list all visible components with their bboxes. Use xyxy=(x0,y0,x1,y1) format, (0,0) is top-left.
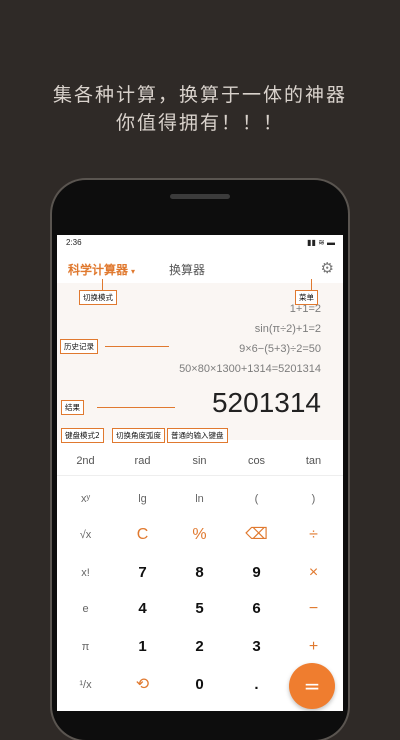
history-line[interactable]: 9×6−(5+3)÷2=50 xyxy=(239,343,321,355)
key-7[interactable]: 7 xyxy=(114,555,171,591)
speaker-slot xyxy=(170,194,230,199)
key-clear[interactable]: C xyxy=(114,517,171,553)
annotation-menu: 菜单 xyxy=(295,290,318,305)
tab-scientific[interactable]: 科学计算器 ▾ xyxy=(68,261,135,278)
headline-line2: 你值得拥有！！！ xyxy=(115,112,284,134)
key-close-paren[interactable]: ) xyxy=(285,481,342,517)
key-multiply[interactable]: × xyxy=(285,555,342,591)
key-8[interactable]: 8 xyxy=(171,555,228,591)
status-bar: 2:36 ▮▮ ≋ ▬ xyxy=(57,235,343,251)
annotation-normal-input: 普通的输入键盘 xyxy=(167,428,228,443)
key-reciprocal[interactable]: ¹/x xyxy=(57,667,114,703)
key-lg[interactable]: lg xyxy=(114,481,171,517)
key-2[interactable]: 2 xyxy=(171,629,228,665)
key-1[interactable]: 1 xyxy=(114,629,171,665)
annotation-result: 结果 xyxy=(61,400,84,415)
status-icons: ▮▮ ≋ ▬ xyxy=(307,238,335,247)
key-tan[interactable]: tan xyxy=(285,455,342,467)
annotation-keyboard-mode: 键盘模式2 xyxy=(61,428,104,443)
key-3[interactable]: 3 xyxy=(228,629,285,665)
key-plus[interactable]: + xyxy=(285,629,342,665)
function-row: 2nd rad sin cos tan xyxy=(57,447,343,476)
key-open-paren[interactable]: ( xyxy=(228,481,285,517)
tab-converter[interactable]: 换算器 xyxy=(169,261,205,278)
app-bar: 科学计算器 ▾ 换算器 ⚙ xyxy=(57,253,343,283)
tab-scientific-label: 科学计算器 xyxy=(68,263,129,277)
key-e[interactable]: e xyxy=(57,591,114,627)
annotation-angle-unit: 切换角度弧度 xyxy=(112,428,165,443)
key-ln[interactable]: ln xyxy=(171,481,228,517)
annotation-history: 历史记录 xyxy=(60,339,98,354)
backspace-icon[interactable]: ⌫ xyxy=(228,517,285,553)
swap-icon[interactable]: ⟲ xyxy=(114,667,171,703)
key-9[interactable]: 9 xyxy=(228,555,285,591)
key-2nd[interactable]: 2nd xyxy=(57,455,114,467)
headline-line1: 集各种计算，换算于一体的神器 xyxy=(52,84,347,106)
gear-icon[interactable]: ⚙ xyxy=(321,259,334,277)
key-4[interactable]: 4 xyxy=(114,591,171,627)
calculator-display: 1+1=2 sin(π÷2)+1=2 9×6−(5+3)÷2=50 50×80×… xyxy=(57,283,343,440)
phone-screen: 2:36 ▮▮ ≋ ▬ 科学计算器 ▾ 换算器 ⚙ 1+1=2 sin(π÷2)+… xyxy=(57,235,343,711)
key-decimal[interactable]: . xyxy=(228,667,285,703)
key-pi[interactable]: π xyxy=(57,629,114,665)
key-percent[interactable]: % xyxy=(171,517,228,553)
key-sin[interactable]: sin xyxy=(171,455,228,467)
key-0[interactable]: 0 xyxy=(171,667,228,703)
result-value: 5201314 xyxy=(211,387,321,418)
key-power[interactable]: xʸ xyxy=(57,481,114,517)
key-minus[interactable]: − xyxy=(285,591,342,627)
key-factorial[interactable]: x! xyxy=(57,555,114,591)
annotation-connector xyxy=(105,346,169,347)
key-cos[interactable]: cos xyxy=(228,455,285,467)
key-divide[interactable]: ÷ xyxy=(285,517,342,553)
history-line[interactable]: sin(π÷2)+1=2 xyxy=(255,323,321,335)
chevron-down-icon: ▾ xyxy=(131,267,136,276)
status-time: 2:36 xyxy=(66,238,82,247)
key-5[interactable]: 5 xyxy=(171,591,228,627)
equals-button[interactable]: = xyxy=(289,663,335,709)
annotation-switch-mode: 切换模式 xyxy=(79,290,117,305)
key-6[interactable]: 6 xyxy=(228,591,285,627)
key-sqrt[interactable]: √x xyxy=(57,517,114,553)
annotation-connector xyxy=(97,407,175,408)
key-rad[interactable]: rad xyxy=(114,455,171,467)
history-line[interactable]: 50×80×1300+1314=5201314 xyxy=(179,363,321,375)
